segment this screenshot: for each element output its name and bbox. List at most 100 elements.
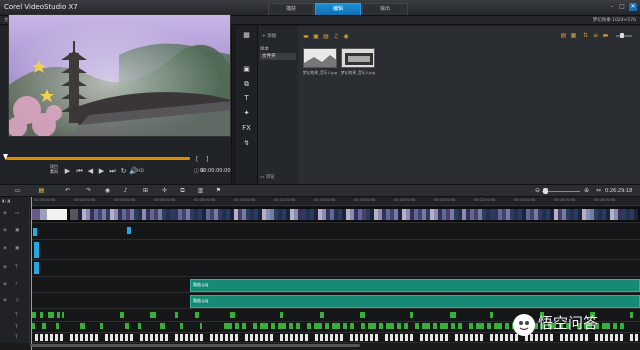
project-duration: 0:26:29:18 xyxy=(605,188,633,194)
end-icon[interactable]: ⏭ xyxy=(108,167,117,176)
motion-icon[interactable]: ✢ xyxy=(160,187,169,195)
thumbnail-label-1: 梦幻效果_音乐1.jpg xyxy=(302,70,338,75)
zoom-out-icon[interactable]: ⊖ xyxy=(533,187,542,195)
overlay-track-1-header: ◉ ▣ xyxy=(0,223,30,240)
overlay-clip[interactable] xyxy=(127,227,131,234)
music-clip-1[interactable]: 舞曲.jpg xyxy=(190,279,640,292)
show-audio-icon[interactable]: ♫ xyxy=(332,33,340,40)
track-eye-icon[interactable]: ◉ xyxy=(3,246,7,251)
browse-button[interactable]: ▭ 浏览 xyxy=(260,174,275,180)
mode-clip[interactable]: 素材 xyxy=(50,169,58,174)
overlay-track-2[interactable] xyxy=(0,240,640,260)
filter-icon[interactable]: FX xyxy=(240,123,253,134)
undo-icon[interactable]: ↶ xyxy=(63,187,72,195)
overlay-clip[interactable] xyxy=(34,242,39,258)
graphic-icon[interactable]: ✦ xyxy=(240,108,253,119)
effect-icon[interactable]: ◉ xyxy=(342,33,350,40)
close-icon[interactable]: ✕ xyxy=(629,3,637,11)
maximize-icon[interactable]: □ xyxy=(618,3,626,11)
ruler-tick-label: 00:14:00:00 xyxy=(314,198,336,202)
minimize-icon[interactable]: – xyxy=(608,3,616,11)
tab-edit[interactable]: 编辑 xyxy=(315,3,361,15)
overlay-track-3[interactable] xyxy=(0,260,640,277)
mark-in-button[interactable]: [ xyxy=(196,156,198,163)
path-icon[interactable]: ↯ xyxy=(240,138,253,149)
thumbnail-view-icon[interactable]: ▦ xyxy=(570,32,577,39)
zoom-in-icon[interactable]: ⊕ xyxy=(582,187,591,195)
track-eye-icon[interactable]: ◉ xyxy=(3,282,7,287)
storyboard-view-icon[interactable]: ▭ xyxy=(13,187,22,195)
hd-preview-button[interactable]: HD xyxy=(137,169,144,174)
music-clip-label-2: 舞曲.jpg xyxy=(193,298,209,303)
playhead[interactable] xyxy=(31,197,32,350)
split-icon[interactable]: ⧉ xyxy=(178,187,187,195)
mark-out-button[interactable]: ] xyxy=(206,156,208,163)
preview-window[interactable] xyxy=(8,14,231,137)
track-eye-icon[interactable]: ◉ xyxy=(3,211,7,216)
ruler-tick-label: 00:08:00:00 xyxy=(194,198,216,202)
title-icon[interactable]: T xyxy=(240,93,253,104)
music-clip-label-1: 舞曲.jpg xyxy=(193,282,209,287)
library-thumbnail-2[interactable] xyxy=(341,48,375,68)
list-view-icon[interactable]: ▤ xyxy=(560,32,567,39)
scrubber-bar[interactable] xyxy=(6,157,190,160)
player-timecode[interactable]: 00:00:00:00 xyxy=(200,168,231,174)
timeline-scrollbar[interactable] xyxy=(30,344,360,347)
repeat-icon[interactable]: ↻ xyxy=(119,167,128,176)
track-manager-icon[interactable]: ▥ xyxy=(196,187,205,195)
previous-frame-icon[interactable]: ◀ xyxy=(86,167,95,176)
mixer-icon[interactable]: ⊞ xyxy=(141,187,150,195)
folder-selected[interactable]: 文件夹 xyxy=(260,53,296,60)
media-icon[interactable]: ▦ xyxy=(240,30,253,41)
import-folder-icon[interactable]: ▬ xyxy=(302,33,310,40)
mode-label[interactable]: 项目 素材 xyxy=(50,164,58,174)
track-eye-icon[interactable]: ◉ xyxy=(3,265,7,270)
next-frame-icon[interactable]: ▶ xyxy=(97,167,106,176)
transition-icon[interactable]: ⧉ xyxy=(240,79,253,90)
track-eye-icon[interactable]: ◉ xyxy=(3,228,7,233)
ruler-tick-label: 00:02:00:00 xyxy=(74,198,96,202)
video-track-icon: ▭ xyxy=(15,211,20,216)
app-title: Corel VideoStudio X7 xyxy=(4,3,78,11)
add-folder-button[interactable]: + 添加 xyxy=(262,33,276,39)
fit-project-icon[interactable]: ⇔ xyxy=(594,187,603,195)
options-icon[interactable]: ≡ xyxy=(592,32,599,39)
tab-capture[interactable]: 捕获 xyxy=(268,3,314,15)
tab-share[interactable]: 输出 xyxy=(362,3,408,15)
folder-sample[interactable]: 样本 xyxy=(260,46,296,52)
redo-icon[interactable]: ↷ xyxy=(84,187,93,195)
watermark-logo xyxy=(513,314,535,336)
ruler-tick-label: 00:12:00:00 xyxy=(274,198,296,202)
library-content: ▬ ▣ ▤ ♫ ◉ 梦幻效果_音乐1.jpg 梦幻效果_音乐2.jpg ▤ ▦ … xyxy=(298,26,640,184)
timeline-zoom-knob[interactable] xyxy=(543,188,548,194)
show-video-icon[interactable]: ▣ xyxy=(312,33,320,40)
thumbnail-size-knob[interactable] xyxy=(620,33,624,38)
library-category-bar: ▦ ▣ ⧉ T ✦ FX ↯ xyxy=(236,26,258,184)
home-icon[interactable]: ⏮ xyxy=(75,167,84,176)
ruler-tick-label: 00:26:00:00 xyxy=(554,198,576,202)
track-eye-icon[interactable]: ◉ xyxy=(3,298,7,303)
add-folder-label: 添加 xyxy=(267,34,277,39)
instant-project-icon[interactable]: ▣ xyxy=(240,64,253,75)
auto-music-icon[interactable]: ♪ xyxy=(121,187,130,195)
title-track-icon: T xyxy=(15,325,18,330)
play-icon[interactable]: ▶ xyxy=(63,167,72,176)
chapter-icon[interactable]: ⚑ xyxy=(214,187,223,195)
sort-icon[interactable]: ⇅ xyxy=(582,32,589,39)
timeline-view-icon[interactable]: ▤ xyxy=(37,187,46,195)
ruler-tick-label: 00:06:00:00 xyxy=(154,198,176,202)
subtitle-track-2-header: T xyxy=(0,322,30,333)
music-clip-2[interactable]: 舞曲.jpg xyxy=(190,295,640,308)
thumbnail-size-icon[interactable]: ▬ xyxy=(602,32,609,39)
timeline-ruler[interactable]: 00:00:00:00 00:02:00:00 00:04:00:00 00:06:0… xyxy=(30,197,640,206)
show-photo-icon[interactable]: ▤ xyxy=(322,33,330,40)
overlay-clip[interactable] xyxy=(33,228,37,236)
library-thumbnail-1[interactable] xyxy=(303,48,337,68)
track-visibility-toggles[interactable]: ◧ ◨ xyxy=(2,198,10,203)
thumbnail-size-slider[interactable] xyxy=(616,35,632,37)
overlay-track-1[interactable] xyxy=(0,223,640,240)
video-clip-strip[interactable] xyxy=(30,207,640,222)
record-capture-icon[interactable]: ◉ xyxy=(103,187,112,195)
ruler-tick-label: 00:16:00:00 xyxy=(354,198,376,202)
overlay-clip[interactable] xyxy=(34,262,39,274)
